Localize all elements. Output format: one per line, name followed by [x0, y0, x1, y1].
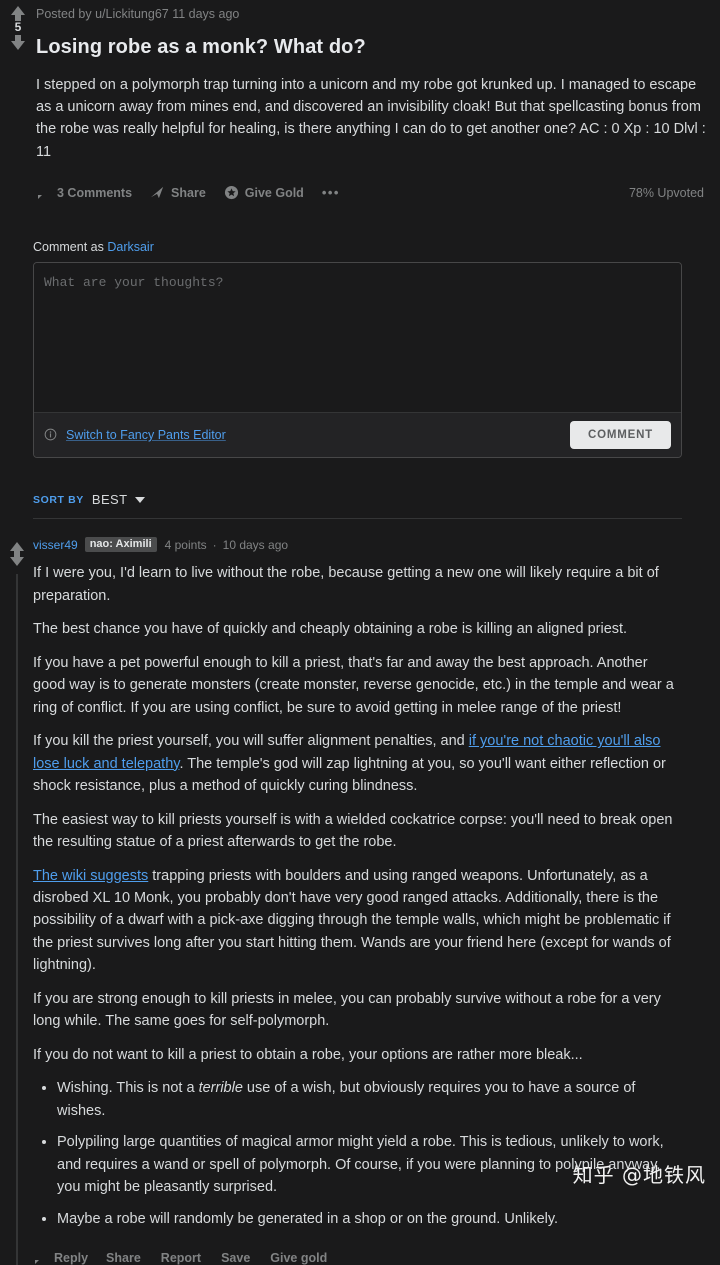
post-upvoted-percent: 78% Upvoted [628, 185, 704, 200]
comment-paragraph: The wiki suggests trapping priests with … [33, 865, 682, 977]
editor-footer: Switch to Fancy Pants Editor COMMENT [34, 412, 681, 458]
thread-collapse-line[interactable] [15, 574, 18, 1265]
post-share-button[interactable]: Share [150, 185, 206, 200]
comment-author-flair: nao: Aximili [84, 537, 157, 553]
post-give-gold-button[interactable]: Give Gold [224, 185, 304, 200]
comment-thread-item: visser49 nao: Aximili 4 points · 10 days… [0, 537, 720, 1265]
reddit-post-page: 5 Posted by u/Lickitung67 11 days ago Lo… [0, 0, 720, 1265]
comment-as-label: Comment as Darksair [33, 240, 720, 254]
downvote-arrow-icon[interactable] [11, 35, 25, 50]
comment-reply-label: Reply [54, 1250, 89, 1265]
post-score: 5 [14, 20, 22, 34]
ellipsis-icon: ••• [321, 184, 340, 200]
post-main: Posted by u/Lickitung67 11 days ago Losi… [36, 0, 720, 200]
sort-control[interactable]: SORT BY BEST [33, 492, 720, 507]
comment-paragraph: If you do not want to kill a priest to o… [33, 1046, 583, 1063]
submit-comment-button[interactable]: COMMENT [569, 421, 671, 450]
reply-bubble-icon [33, 1250, 48, 1265]
post-vote-column: 5 [0, 0, 36, 200]
comment-paragraph: If you have a pet powerful enough to kil… [33, 654, 674, 716]
post-comments-button[interactable]: 3 Comments [36, 185, 132, 200]
comment-header: visser49 nao: Aximili 4 points · 10 days… [33, 537, 682, 553]
comment-timestamp: 10 days ago [222, 537, 289, 552]
sort-by-value: BEST [91, 492, 128, 508]
comment-editor: What are your thoughts? Switch to Fancy … [33, 262, 682, 459]
post-share-label: Share [171, 185, 206, 200]
upvote-arrow-icon[interactable] [11, 6, 25, 21]
comment-separator-dot: · [212, 537, 217, 552]
gold-star-icon [224, 185, 239, 200]
comment-text-part: If you kill the priest yourself, you wil… [33, 733, 469, 750]
comment-paragraph: If you are strong enough to kill priests… [33, 990, 661, 1030]
comment-as-username[interactable]: Darksair [107, 240, 154, 254]
comment-paragraph: The best chance you have of quickly and … [33, 621, 628, 638]
comment-report-button[interactable]: Report [161, 1251, 201, 1265]
bullet-text-part: Wishing. This is not a [57, 1080, 199, 1097]
comment-bubble-icon [36, 185, 51, 200]
post-body: I stepped on a polymorph trap turning in… [36, 76, 706, 160]
comment-paragraph: The easiest way to kill priests yourself… [33, 811, 673, 851]
info-icon [44, 428, 59, 443]
switch-editor-button[interactable]: Switch to Fancy Pants Editor [44, 428, 226, 443]
list-item: Wishing. This is not a terrible use of a… [57, 1077, 682, 1122]
watermark: 知乎 @地铁风 [572, 1163, 706, 1187]
comment-input[interactable]: What are your thoughts? [34, 263, 681, 413]
comment-paragraph: If I were you, I'd learn to live without… [33, 565, 659, 604]
comment-body: If I were you, I'd learn to live without… [33, 562, 682, 1230]
comment-reply-button[interactable]: Reply [33, 1250, 88, 1265]
post-comments-label: 3 Comments [57, 185, 133, 200]
comment-upvote-arrow-icon[interactable] [9, 542, 24, 558]
comment-downvote-arrow-icon[interactable] [9, 551, 24, 567]
post-container: 5 Posted by u/Lickitung67 11 days ago Lo… [0, 0, 720, 200]
comment-inline-link[interactable]: The wiki suggests [33, 868, 148, 884]
comment-save-button[interactable]: Save [221, 1251, 250, 1265]
comment-vote-column [0, 537, 33, 1265]
comment-author[interactable]: visser49 [33, 539, 78, 551]
comment-action-bar: Reply Share Report Save Give gold [33, 1250, 682, 1265]
post-give-gold-label: Give Gold [244, 185, 304, 200]
comment-paragraph: If you kill the priest yourself, you wil… [33, 730, 682, 797]
post-more-button[interactable]: ••• [321, 184, 340, 200]
sort-by-label: SORT BY [33, 493, 84, 506]
comment-main: visser49 nao: Aximili 4 points · 10 days… [33, 537, 720, 1265]
comment-share-button[interactable]: Share [106, 1251, 141, 1265]
switch-editor-label: Switch to Fancy Pants Editor [66, 428, 226, 443]
share-icon [150, 185, 165, 200]
comment-give-gold-button[interactable]: Give gold [270, 1251, 327, 1265]
chevron-down-icon [135, 496, 146, 503]
comment-as-prefix: Comment as [33, 240, 108, 255]
post-meta: Posted by u/Lickitung67 11 days ago [36, 7, 240, 21]
post-action-bar: 3 Comments Share Give Gold ••• 78% Upvot… [36, 185, 708, 200]
page-title: Losing robe as a monk? What do? [36, 35, 366, 58]
list-item: Maybe a robe will randomly be generated … [57, 1208, 682, 1230]
comment-points: 4 points [164, 537, 207, 552]
comment-bullet-list: Wishing. This is not a terrible use of a… [33, 1077, 682, 1230]
bullet-emphasis: terrible [198, 1080, 243, 1097]
sort-divider [33, 518, 682, 520]
